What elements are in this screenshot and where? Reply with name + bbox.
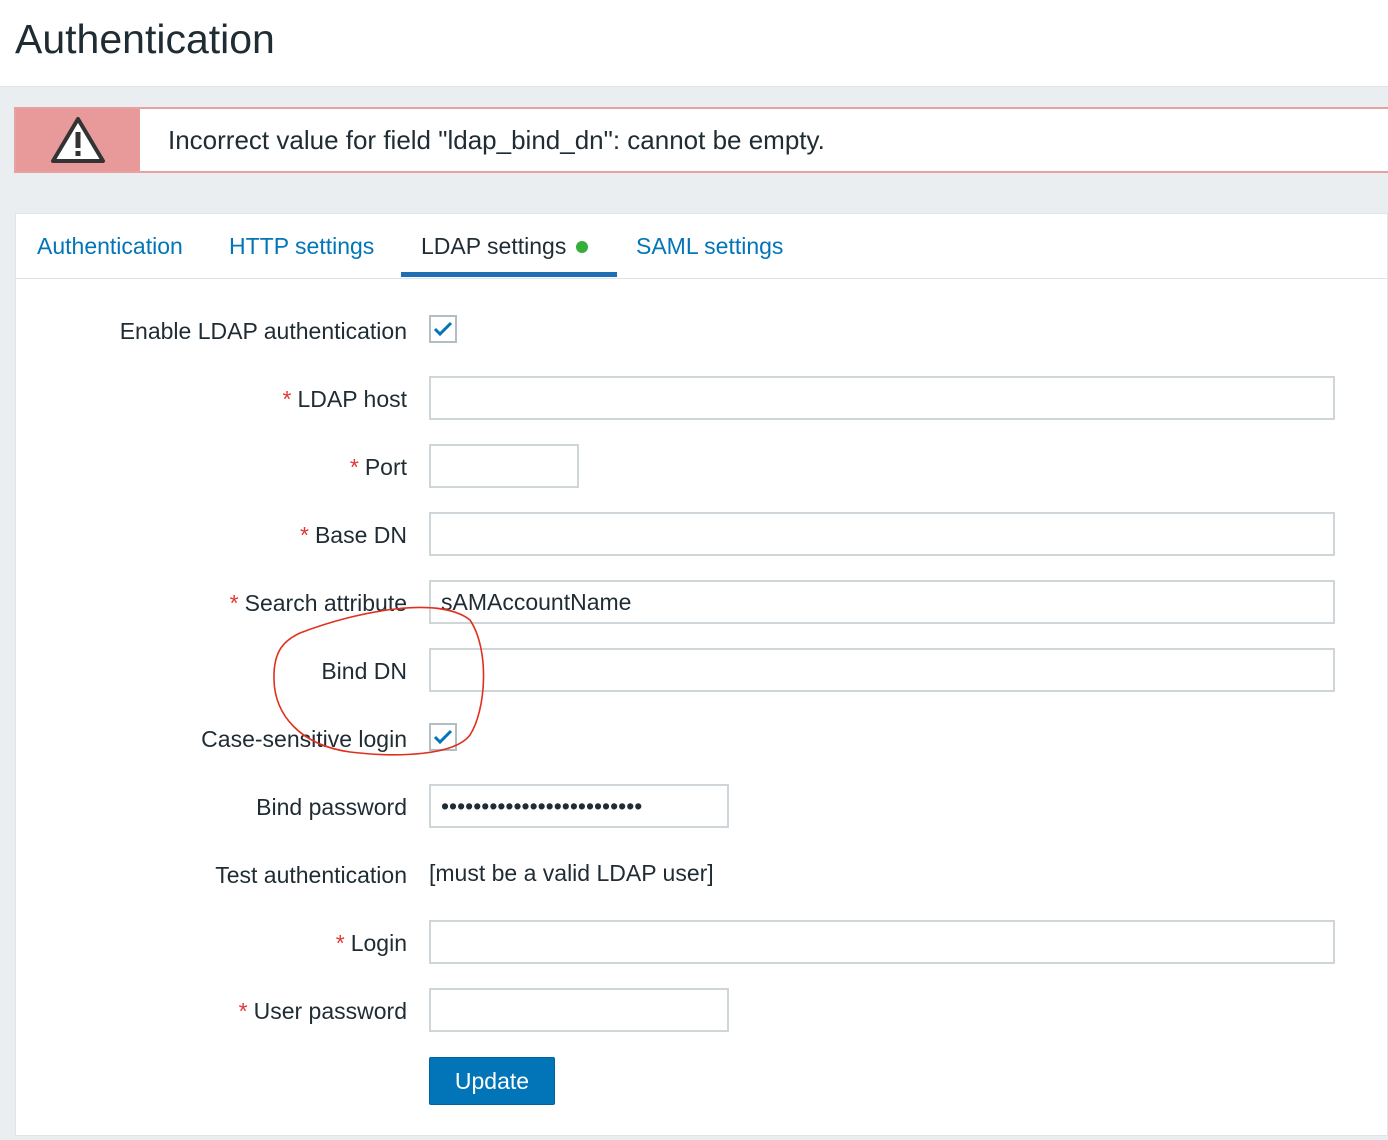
base-dn-label: * Base DN bbox=[300, 522, 407, 549]
ldap-host-label: * LDAP host bbox=[283, 386, 407, 413]
required-mark: * bbox=[300, 522, 309, 548]
checkmark-icon bbox=[433, 321, 453, 337]
base-dn-label-text: Base DN bbox=[314, 522, 407, 548]
bind-password-label: Bind password bbox=[256, 794, 407, 820]
user-password-label-text: User password bbox=[253, 998, 407, 1024]
search-attribute-label: * Search attribute bbox=[230, 590, 407, 617]
tab-bar: Authentication HTTP settings LDAP settin… bbox=[16, 214, 1387, 279]
tab-saml-settings[interactable]: SAML settings bbox=[636, 214, 783, 278]
ldap-host-input[interactable] bbox=[429, 376, 1335, 420]
login-input[interactable] bbox=[429, 920, 1335, 964]
bind-dn-label: Bind DN bbox=[321, 658, 407, 684]
required-mark: * bbox=[238, 998, 248, 1024]
search-attribute-label-text: Search attribute bbox=[244, 590, 407, 616]
tab-http-settings[interactable]: HTTP settings bbox=[229, 214, 374, 278]
user-password-input[interactable] bbox=[429, 988, 729, 1032]
search-attribute-input[interactable] bbox=[429, 580, 1335, 624]
required-mark: * bbox=[349, 454, 359, 480]
tab-ldap-settings-label: LDAP settings bbox=[421, 233, 567, 259]
required-mark: * bbox=[229, 590, 239, 616]
settings-panel: Authentication HTTP settings LDAP settin… bbox=[15, 213, 1388, 1136]
port-input[interactable] bbox=[429, 444, 579, 488]
port-label: * Port bbox=[350, 454, 407, 481]
tab-authentication[interactable]: Authentication bbox=[37, 214, 183, 278]
case-sensitive-label: Case-sensitive login bbox=[201, 726, 407, 752]
login-label-text: Login bbox=[350, 930, 407, 956]
test-auth-note: [must be a valid LDAP user] bbox=[429, 860, 714, 886]
enable-ldap-checkbox[interactable] bbox=[429, 315, 457, 343]
ldap-host-label-text: LDAP host bbox=[297, 386, 407, 412]
alert-message: Incorrect value for field "ldap_bind_dn"… bbox=[168, 124, 825, 155]
alert-icon-box bbox=[16, 109, 140, 171]
warning-triangle-icon bbox=[51, 117, 105, 163]
update-button[interactable]: Update bbox=[429, 1057, 555, 1105]
bind-password-input[interactable] bbox=[429, 784, 729, 828]
enable-ldap-label: Enable LDAP authentication bbox=[119, 318, 407, 344]
checkmark-icon bbox=[433, 729, 453, 745]
user-password-label: * User password bbox=[239, 998, 407, 1025]
base-dn-input[interactable] bbox=[429, 512, 1335, 556]
login-label: * Login bbox=[336, 930, 407, 957]
page-title: Authentication bbox=[15, 16, 275, 62]
status-dot-icon bbox=[576, 241, 589, 253]
tab-ldap-settings[interactable]: LDAP settings bbox=[421, 214, 589, 278]
port-label-text: Port bbox=[364, 454, 407, 480]
test-auth-label: Test authentication bbox=[215, 862, 407, 888]
required-mark: * bbox=[282, 386, 292, 412]
case-sensitive-checkbox[interactable] bbox=[429, 723, 457, 751]
page-header: Authentication bbox=[0, 0, 1388, 87]
bind-dn-input[interactable] bbox=[429, 648, 1335, 692]
required-mark: * bbox=[335, 930, 345, 956]
error-alert: Incorrect value for field "ldap_bind_dn"… bbox=[14, 107, 1388, 173]
active-tab-underline bbox=[401, 272, 617, 277]
